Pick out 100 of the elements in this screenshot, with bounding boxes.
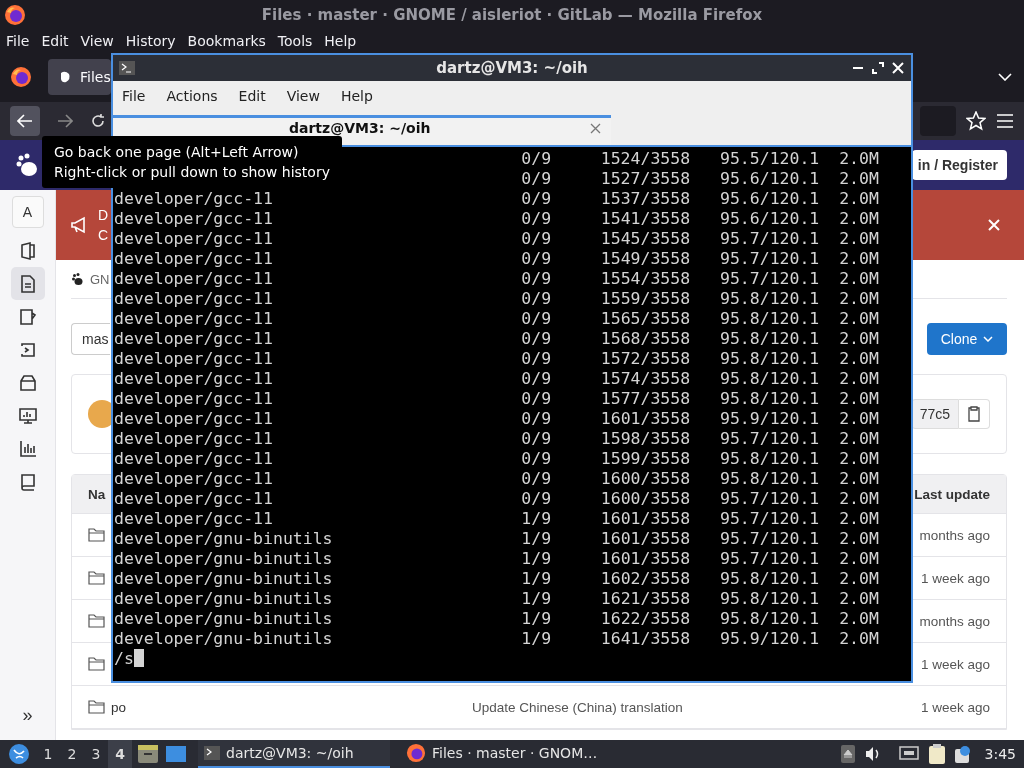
terminal-line: developer/gcc-11 0/9 1545/3558 95.7/120.1 2.0M [114, 229, 879, 249]
copy-button[interactable] [959, 399, 990, 429]
terminal-line: developer/gcc-11 0/9 1600/3558 95.8/120.1 2.0M [114, 469, 879, 489]
folder-icon [88, 657, 105, 671]
workspace-button[interactable]: 3 [84, 740, 108, 768]
folder-icon [88, 571, 105, 585]
browser-tab[interactable]: Files [48, 59, 111, 95]
folder-icon [88, 614, 105, 628]
terminal-line: developer/gcc-11 0/9 1554/3558 95.7/120.1 2.0M [114, 269, 879, 289]
menu-item[interactable]: File [122, 88, 146, 104]
terminal-line: developer/gnu-binutils 1/9 1602/3558 95.8/120.1 2.0M [114, 569, 879, 589]
taskbar-task[interactable]: Files · master · GNOM… [400, 740, 604, 768]
terminal-line: developer/gcc-11 0/9 1565/3558 95.8/120.1 2.0M [114, 309, 879, 329]
tooltip-text: Right-click or pull down to show history [54, 163, 330, 182]
terminal-line: developer/gcc-11 0/9 1549/3558 95.7/120.1 2.0M [114, 249, 879, 269]
notification-icon[interactable] [954, 745, 971, 763]
terminal-line: developer/gcc-11 0/9 1541/3558 95.6/120.1 2.0M [114, 209, 879, 229]
terminal-line: developer/gcc-11 0/9 1572/3558 95.8/120.1 2.0M [114, 349, 879, 369]
menu-item[interactable]: View [80, 33, 114, 49]
terminal-line: developer/gcc-11 0/9 1577/3558 95.8/120.1 2.0M [114, 389, 879, 409]
last-update-cell: 1 week ago [920, 656, 990, 672]
clock: 3:45 [984, 746, 1016, 762]
terminal-line: developer/gcc-11 0/9 1574/3558 95.8/120.1 2.0M [114, 369, 879, 389]
menu-item[interactable]: Help [340, 88, 373, 104]
firefox-icon [4, 4, 26, 26]
branch-dropdown[interactable]: mas [71, 323, 110, 355]
terminal-icon [119, 61, 135, 75]
terminal-line: developer/gnu-binutils 1/9 1601/3558 95.7/120.1 2.0M [114, 529, 879, 549]
breadcrumb-link[interactable]: GN [90, 271, 110, 287]
file-manager-icon[interactable] [138, 745, 158, 763]
mug-icon [17, 306, 38, 327]
terminal-line: developer/gcc-11 0/9 1537/3558 95.6/120.1 2.0M [114, 189, 879, 209]
menu-item[interactable]: File [6, 33, 30, 49]
monitor-icon [17, 405, 38, 426]
terminal-line: 0/9 1527/3558 95.6/120.1 2.0M [521, 169, 879, 189]
network-icon[interactable] [898, 746, 919, 762]
back-arrow-icon [17, 114, 33, 128]
commit-message[interactable]: Update Chinese (China) translation [472, 699, 683, 715]
banner-text: C [98, 226, 109, 245]
terminal-icon [204, 746, 220, 760]
menu-item[interactable]: Edit [41, 33, 69, 49]
caret-icon [983, 336, 994, 342]
terminal-line: developer/gcc-11 0/9 1559/3558 95.8/120.1 2.0M [114, 289, 879, 309]
gnome-foot-icon[interactable] [14, 152, 40, 178]
folder-icon [88, 528, 105, 542]
window-title: Files · master · GNOME / aisleriot · GitLab — Mozilla Firefox [261, 6, 763, 24]
gnome-foot-icon [71, 272, 84, 286]
tooltip-text: Go back one page (Alt+Left Arrow) [54, 143, 300, 162]
terminal-line: developer/gnu-binutils 1/9 1621/3558 95.8/120.1 2.0M [114, 589, 879, 609]
taskbar-task[interactable]: dartz@VM3: ~/oih [198, 740, 390, 768]
workspace-button[interactable]: 1 [36, 740, 60, 768]
volume-icon[interactable] [864, 746, 881, 762]
last-update-cell: 1 week ago [920, 570, 990, 586]
terminal-prompt[interactable]: /s [114, 649, 144, 669]
menu-item[interactable]: Edit [238, 88, 266, 104]
terminal-line: developer/gcc-11 0/9 1568/3558 95.8/120.1 2.0M [114, 329, 879, 349]
terminal-line: developer/gcc-11 0/9 1598/3558 95.7/120.1 2.0M [114, 429, 879, 449]
back-button[interactable] [10, 106, 40, 136]
file-name-link[interactable]: po [111, 699, 127, 715]
eject-icon[interactable] [840, 745, 855, 763]
menu-item[interactable]: Tools [277, 33, 313, 49]
expand-sidebar-button[interactable]: » [22, 705, 33, 726]
menu-icon[interactable] [996, 114, 1014, 128]
chevron-down-icon[interactable] [998, 73, 1012, 81]
workspace-button[interactable]: 2 [60, 740, 84, 768]
terminal-line: developer/gcc-11 1/9 1601/3558 95.7/120.1 2.0M [114, 509, 879, 529]
column-header: Last update [914, 486, 990, 502]
avatar[interactable]: A [11, 196, 44, 228]
menu-item[interactable]: Bookmarks [187, 33, 266, 49]
workspace-button[interactable]: 4 [108, 740, 132, 768]
folder-icon [88, 700, 105, 714]
megaphone-icon [70, 216, 88, 234]
terminal-line: developer/gcc-11 0/9 1601/3558 95.9/120.1 2.0M [114, 409, 879, 429]
firefox-view-icon [10, 66, 32, 88]
banner-text: D [98, 206, 109, 225]
box-icon [17, 372, 38, 393]
start-menu-icon[interactable] [8, 743, 30, 765]
cursor [133, 649, 144, 667]
window-title: dartz@VM3: ~/oih [436, 59, 588, 77]
terminal-line: 0/9 1524/3558 95.5/120.1 2.0M [521, 149, 879, 169]
menu-item[interactable]: Actions [166, 88, 218, 104]
menu-item[interactable]: View [286, 88, 320, 104]
sign-in-register-button[interactable]: in / Register [911, 150, 1007, 180]
sidebar-item[interactable] [10, 267, 45, 300]
maximize-icon[interactable] [871, 61, 885, 75]
terminal-line: developer/gcc-11 0/9 1599/3558 95.8/120.1 2.0M [114, 449, 879, 469]
clone-button[interactable]: Clone [927, 323, 1007, 355]
last-update-cell: months ago [919, 527, 990, 543]
last-update-cell: 1 week ago [920, 699, 990, 715]
last-update-cell: months ago [919, 613, 990, 629]
forward-arrow-icon [57, 114, 73, 128]
menu-item[interactable]: History [125, 33, 176, 49]
clipboard-icon [967, 406, 981, 422]
firefox-icon [406, 743, 426, 763]
terminal-line: developer/gnu-binutils 1/9 1601/3558 95.7/120.1 2.0M [114, 549, 879, 569]
column-header: Na [88, 486, 106, 502]
star-icon[interactable] [966, 111, 986, 131]
menu-item[interactable]: Help [324, 33, 357, 49]
clipboard-icon[interactable] [928, 744, 945, 764]
reload-icon [90, 113, 106, 129]
